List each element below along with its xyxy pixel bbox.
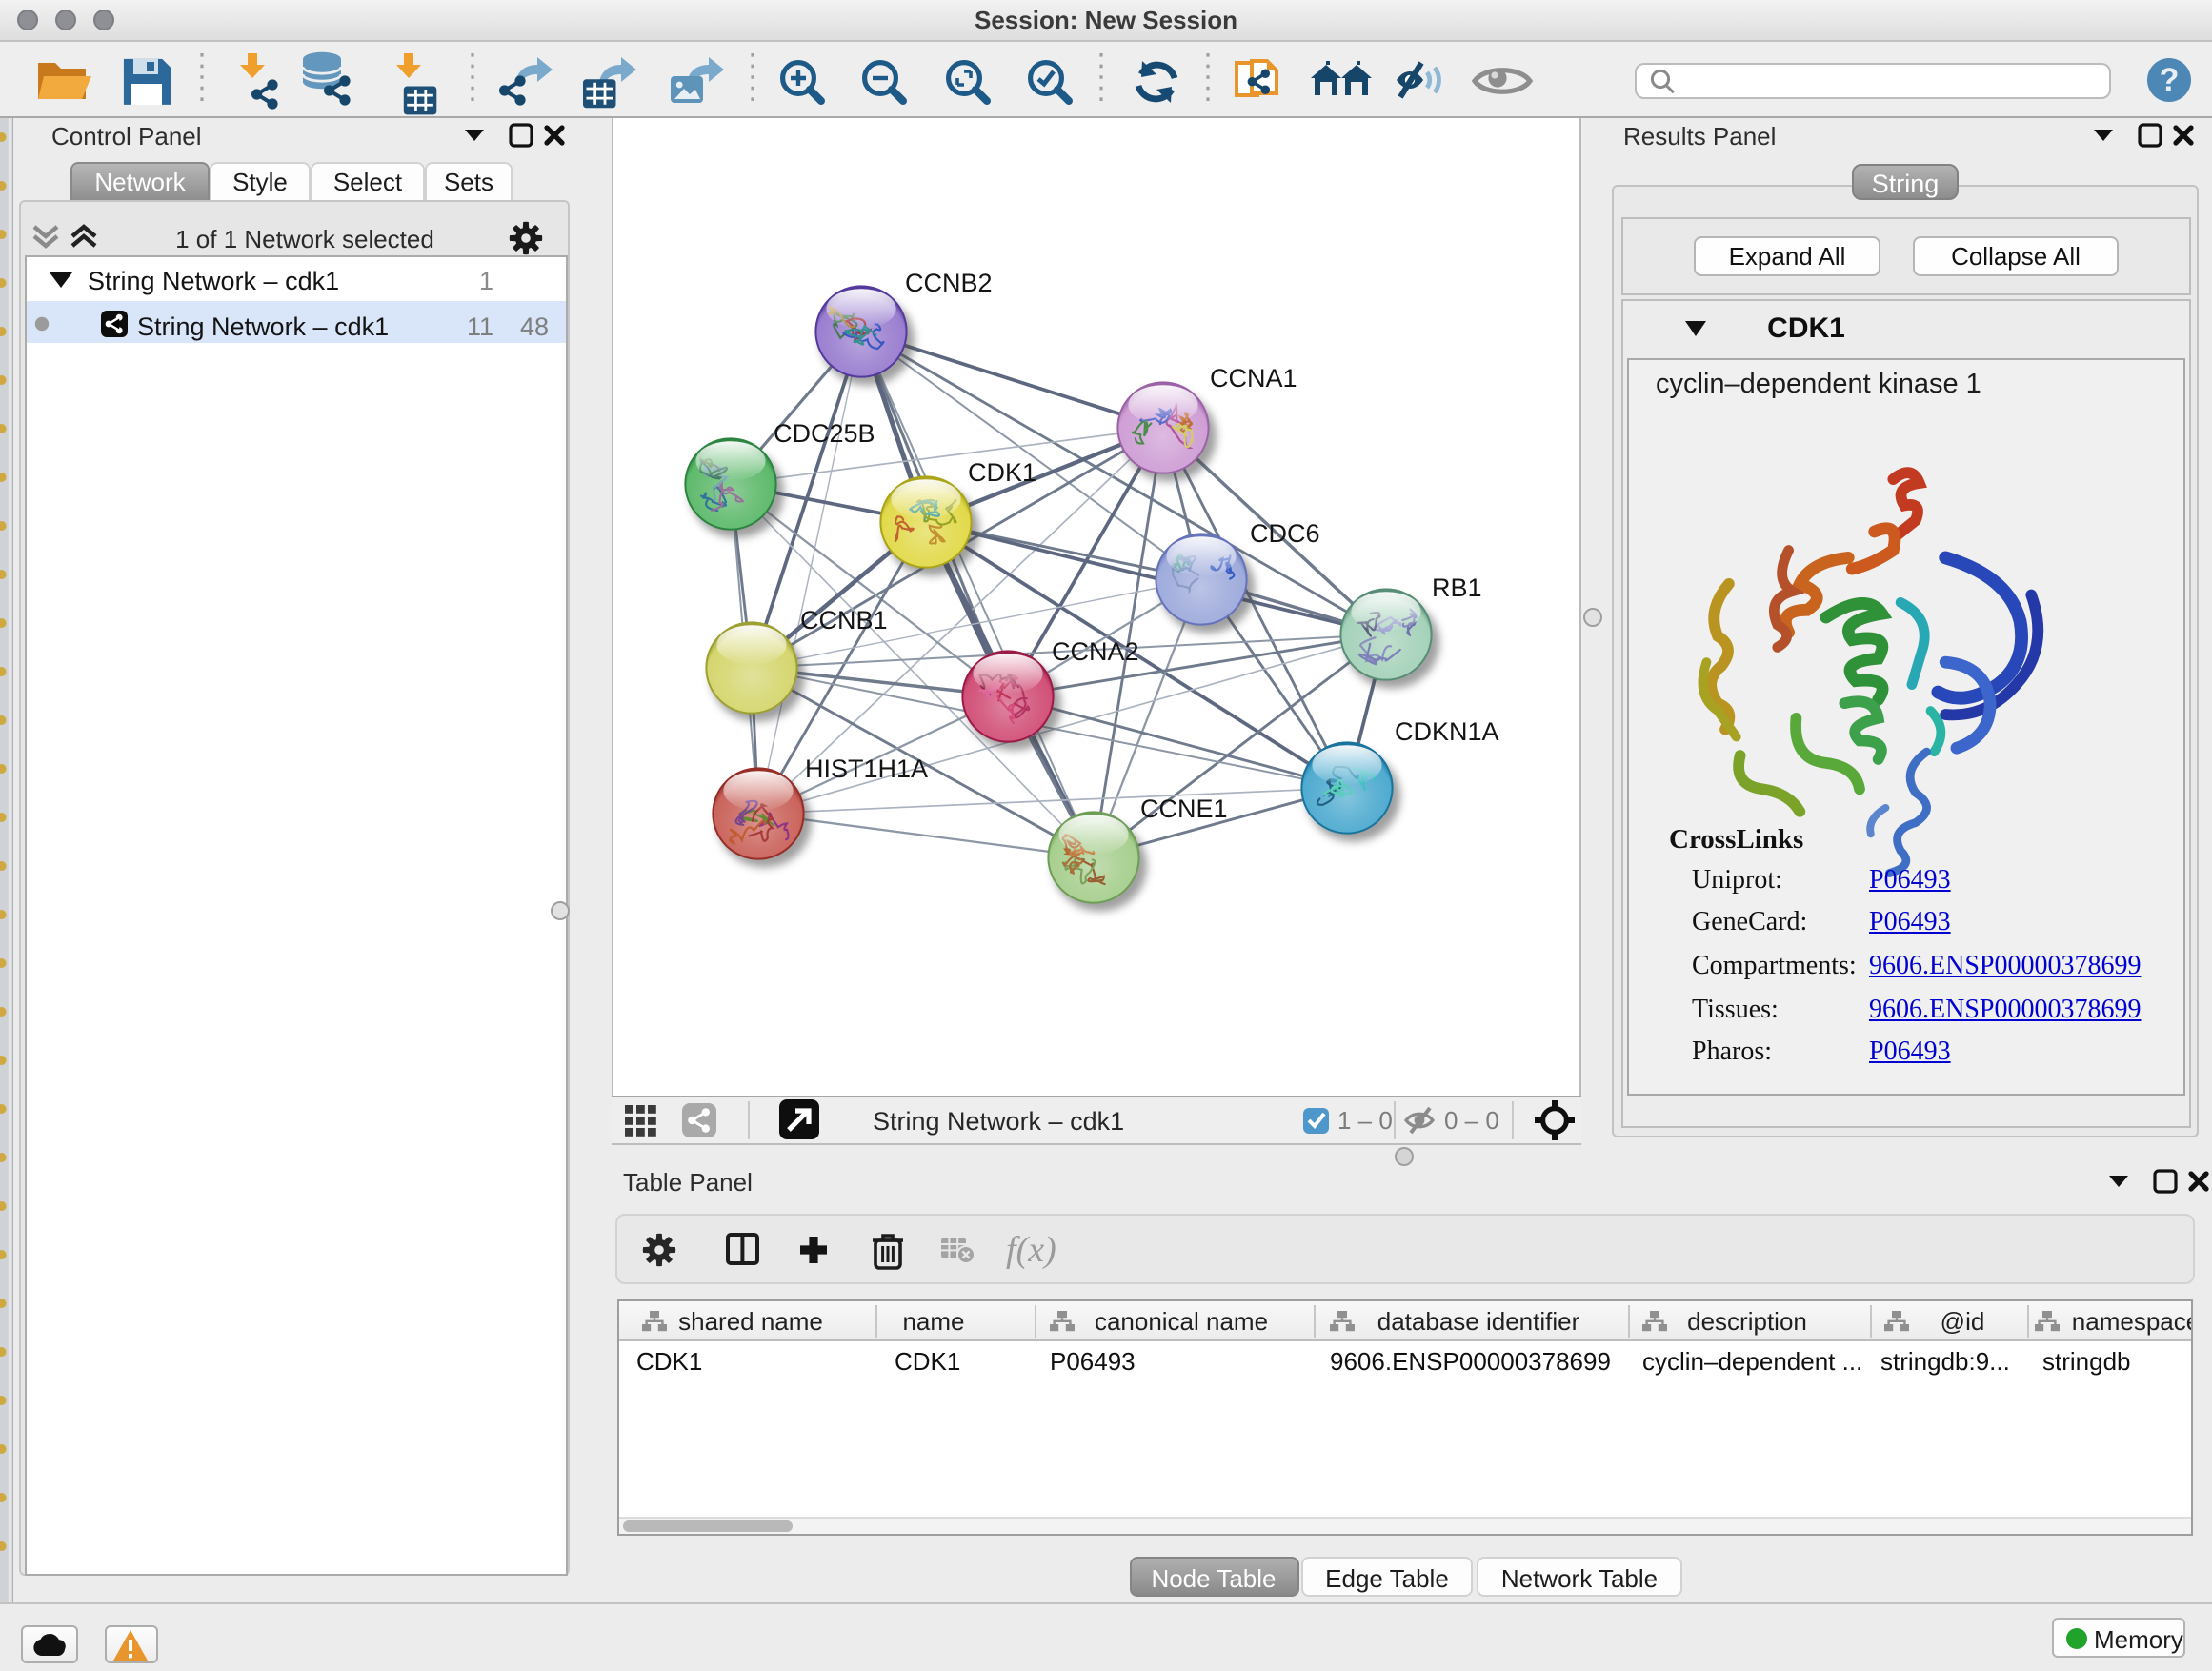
svg-text:CCNA2: CCNA2: [1052, 637, 1139, 666]
svg-text:RB1: RB1: [1432, 574, 1482, 602]
svg-text:HIST1H1A: HIST1H1A: [805, 755, 928, 783]
svg-text:CCNE1: CCNE1: [1140, 795, 1228, 823]
svg-text:CCNB2: CCNB2: [905, 269, 993, 297]
svg-text:CCNB1: CCNB1: [800, 606, 888, 634]
svg-text:f(x): f(x): [1006, 1230, 1056, 1270]
svg-text:?: ?: [2160, 62, 2180, 98]
svg-text:shared name: shared name: [678, 1307, 823, 1336]
svg-text:@id: @id: [1941, 1307, 1985, 1336]
svg-text:CDC6: CDC6: [1250, 519, 1320, 548]
svg-text:description: description: [1687, 1307, 1807, 1336]
svg-text:CDC25B: CDC25B: [774, 419, 875, 448]
svg-text:String Network – cdk1: String Network – cdk1: [873, 1107, 1124, 1136]
svg-text:CCNA1: CCNA1: [1210, 364, 1297, 393]
svg-text:canonical name: canonical name: [1095, 1307, 1268, 1336]
svg-text:database identifier: database identifier: [1377, 1307, 1580, 1336]
svg-text:CDK1: CDK1: [968, 458, 1036, 487]
svg-text:name: name: [902, 1307, 964, 1336]
svg-text:namespace: namespace: [2072, 1307, 2191, 1336]
svg-text:CDKN1A: CDKN1A: [1395, 717, 1499, 746]
svg-text:1 – 0: 1 – 0: [1337, 1106, 1393, 1135]
svg-text:0 – 0: 0 – 0: [1444, 1106, 1499, 1135]
